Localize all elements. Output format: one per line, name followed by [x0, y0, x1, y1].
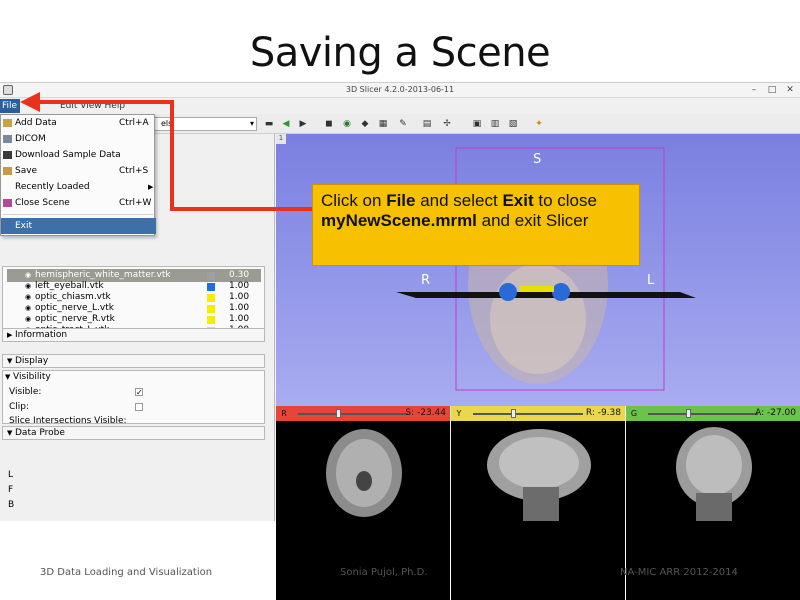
- red-slice-coord: S: -23.44: [405, 408, 446, 418]
- orientation-l: L: [647, 273, 655, 288]
- menubar: File Edit View Help: [0, 98, 800, 114]
- visible-checkbox[interactable]: ✓: [135, 388, 143, 397]
- yellow-slice-coord: R: -9.38: [585, 408, 621, 418]
- model-color-swatch[interactable]: [207, 283, 215, 291]
- red-slice-slider[interactable]: [298, 413, 408, 415]
- probe-line-b: B: [8, 500, 15, 510]
- folder-icon: [3, 119, 12, 127]
- information-label: Information: [15, 330, 68, 340]
- green-slice-controller[interactable]: G A: -27.00: [626, 406, 800, 421]
- display-label: Display: [15, 356, 49, 366]
- close-scene-icon: [3, 199, 12, 207]
- information-section[interactable]: ▶ Information: [2, 328, 265, 342]
- footer-right: NA-MIC ARR 2012-2014: [620, 567, 738, 578]
- model-color-swatch[interactable]: [207, 272, 215, 280]
- menu-separator: [3, 214, 153, 215]
- save-icon: [3, 167, 12, 175]
- model-color-swatch[interactable]: [207, 316, 215, 324]
- crosshair-icon[interactable]: ✢: [440, 117, 454, 131]
- menu-file[interactable]: File: [0, 99, 20, 113]
- models-icon[interactable]: ◆: [358, 117, 372, 131]
- orientation-r: R: [421, 273, 431, 288]
- screenshot-icon[interactable]: ▣: [470, 117, 484, 131]
- data-module-icon[interactable]: ◼: [322, 117, 336, 131]
- 3d-view[interactable]: S R L: [276, 134, 800, 406]
- visible-label: Visible:: [9, 387, 42, 397]
- visibility-header[interactable]: ▼ Visibility: [5, 372, 51, 382]
- menu-item-save[interactable]: Save Ctrl+S: [1, 163, 156, 179]
- back-icon[interactable]: ◀: [279, 117, 293, 131]
- green-slice-coord: A: -27.00: [755, 408, 796, 418]
- data-probe-label: Data Probe: [15, 428, 65, 438]
- file-menu-dropdown: Add Data Ctrl+A DICOM Download Sample Da…: [0, 114, 156, 236]
- model-color-swatch[interactable]: [207, 305, 215, 313]
- probe-line-l: L: [8, 470, 14, 480]
- download-icon: [3, 151, 12, 159]
- menu-item-add-data[interactable]: Add Data Ctrl+A: [1, 115, 156, 131]
- menu-edit-view-help[interactable]: Edit View Help: [60, 99, 125, 113]
- models-tree: ◉ hemispheric_white_matter.vtk 0.30 ◉ left_e…: [2, 266, 265, 336]
- slide-title: Saving a Scene: [249, 30, 551, 76]
- chevron-down-icon: ▾: [249, 119, 254, 128]
- yellow-slice-letter: Y: [456, 409, 462, 418]
- layout-icon[interactable]: ▤: [420, 117, 434, 131]
- editor-icon[interactable]: ✎: [396, 117, 410, 131]
- slicer-window: 3D Slicer 4.2.0-2013-06-11 – □ ✕ File Ed…: [0, 82, 800, 600]
- clip-checkbox[interactable]: [135, 403, 143, 411]
- menu-item-close-scene[interactable]: Close Scene Ctrl+W: [1, 195, 156, 211]
- yellow-slice-view[interactable]: [451, 421, 625, 600]
- yellow-slice-slider[interactable]: [473, 413, 583, 415]
- module-selector-value: els: [161, 119, 173, 128]
- scene-view-icon[interactable]: ▥: [488, 117, 502, 131]
- volumes-icon[interactable]: ◉: [340, 117, 354, 131]
- visibility-group: ▼ Visibility Visible: ✓ Clip: Slice Inter…: [2, 370, 265, 424]
- forward-icon[interactable]: ▶: [296, 117, 310, 131]
- submenu-arrow-icon: ▶: [148, 183, 154, 191]
- maximize-icon[interactable]: □: [766, 85, 778, 95]
- chevron-down-icon: ▼: [7, 357, 13, 365]
- green-slice-letter: G: [630, 409, 638, 418]
- green-slice-knob[interactable]: [686, 409, 691, 418]
- fiducial-icon[interactable]: ✦: [532, 117, 546, 131]
- dicom-icon: [3, 135, 12, 143]
- footer-center: Sonia Pujol, Ph.D.: [340, 567, 428, 578]
- clip-label: Clip:: [9, 402, 30, 412]
- transforms-icon[interactable]: ▦: [376, 117, 390, 131]
- chevron-right-icon: ▶: [7, 331, 13, 339]
- menu-item-download-sample[interactable]: Download Sample Data: [1, 147, 156, 163]
- red-slice-controller[interactable]: R S: -23.44: [276, 406, 450, 421]
- menu-item-recently-loaded[interactable]: Recently Loaded ▶: [1, 179, 156, 195]
- menu-item-exit[interactable]: Exit: [1, 218, 156, 234]
- menu-item-dicom[interactable]: DICOM: [1, 131, 156, 147]
- module-list-icon[interactable]: ▬: [262, 117, 276, 131]
- yellow-slice-knob[interactable]: [511, 409, 516, 418]
- model-color-swatch[interactable]: [207, 294, 215, 302]
- 3d-scene: [396, 147, 696, 391]
- footer-left: 3D Data Loading and Visualization: [40, 567, 213, 578]
- minimize-icon[interactable]: –: [748, 85, 760, 95]
- red-slice-letter: R: [281, 409, 287, 418]
- display-section[interactable]: ▼ Display: [2, 354, 265, 368]
- slice-intersections-label: Slice Intersections Visible:: [9, 416, 127, 424]
- window-title: 3D Slicer 4.2.0-2013-06-11: [345, 85, 455, 94]
- close-icon[interactable]: ✕: [784, 85, 796, 95]
- extensions-icon[interactable]: ▧: [506, 117, 520, 131]
- red-slice-knob[interactable]: [336, 409, 341, 418]
- chevron-down-icon: ▼: [7, 429, 13, 437]
- window-titlebar: 3D Slicer 4.2.0-2013-06-11 – □ ✕: [0, 83, 800, 98]
- instruction-callout: Click on File and select Exit to close m…: [312, 184, 640, 266]
- 3d-view-tab[interactable]: 1: [276, 134, 286, 144]
- probe-line-f: F: [8, 485, 14, 495]
- green-slice-slider[interactable]: [648, 413, 758, 415]
- data-probe-section[interactable]: ▼ Data Probe: [2, 426, 265, 440]
- yellow-slice-controller[interactable]: Y R: -9.38: [451, 406, 625, 421]
- orientation-s: S: [533, 152, 542, 167]
